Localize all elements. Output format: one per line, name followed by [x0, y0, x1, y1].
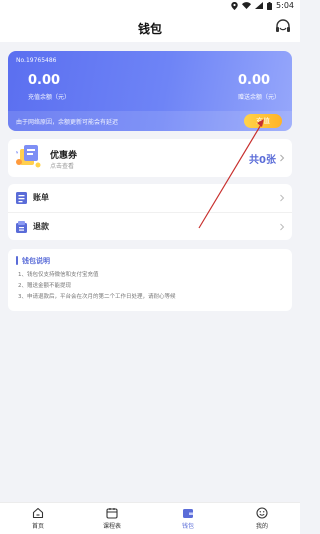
- tab-label: 课程表: [102, 523, 121, 530]
- tab-wallet[interactable]: 钱包: [168, 505, 208, 533]
- status-icons: 5:04: [231, 1, 294, 10]
- menu-list: 账单 退款: [8, 184, 292, 240]
- page-title: 钱包: [137, 22, 162, 36]
- tab-profile[interactable]: 我的: [242, 505, 282, 533]
- headset-icon[interactable]: [274, 18, 292, 36]
- menu-item-bill[interactable]: 账单: [8, 184, 292, 212]
- tab-schedule[interactable]: 课程表: [92, 505, 132, 533]
- coupon-subtitle: 点击查看: [50, 163, 75, 170]
- chevron-right-icon: [280, 223, 285, 231]
- wifi-icon: [242, 2, 252, 9]
- location-icon: [231, 1, 238, 10]
- card-number: No.19765486: [16, 57, 57, 64]
- tab-label: 钱包: [181, 523, 194, 530]
- wallet-card: No.19765486 0.00 充值余额（元） 0.00 赠送余额（元） 由于…: [8, 51, 292, 131]
- balance-delay-note: 由于网络原因，余额更新可能会有延迟: [16, 119, 119, 126]
- recharge-balance: 0.00 充值余额（元）: [28, 73, 70, 101]
- explanation-line: 3、申请退款后，平台会在次月的第二个工作日处理，请耐心等候: [18, 294, 176, 300]
- explanation-line: 1、钱包仅支持微信和支付宝充值: [18, 272, 99, 278]
- bill-icon: [16, 192, 27, 204]
- recharge-button[interactable]: 充值: [244, 114, 282, 128]
- bottom-tab-bar: 首页 课程表 钱包 我的: [0, 502, 300, 534]
- coupon-count: 共0张: [249, 155, 276, 166]
- header: 钱包: [0, 14, 300, 42]
- wallet-explanation: 钱包说明 1、钱包仅支持微信和支付宝充值 2、赠送金额不能提现 3、申请退款后，…: [8, 249, 292, 311]
- menu-item-label: 账单: [33, 193, 49, 202]
- wallet-icon: [183, 509, 193, 518]
- battery-icon: [267, 1, 273, 10]
- gift-balance-amount: 0.00: [238, 73, 271, 88]
- chevron-right-icon: [280, 154, 285, 162]
- explanation-title: 钱包说明: [22, 257, 50, 265]
- menu-item-label: 退款: [33, 222, 49, 231]
- status-bar: 5:04: [0, 0, 300, 14]
- chevron-right-icon: [280, 194, 285, 202]
- recharge-balance-label: 充值余额（元）: [28, 94, 71, 101]
- coupon-card[interactable]: 优惠券 点击查看 共0张: [8, 139, 292, 177]
- calendar-icon: [106, 508, 118, 519]
- profile-icon: [256, 507, 268, 519]
- card-note-bar: 由于网络原因，余额更新可能会有延迟 充值: [8, 111, 292, 131]
- menu-item-refund[interactable]: 退款: [8, 212, 292, 240]
- recharge-balance-amount: 0.00: [28, 73, 61, 88]
- refund-icon: [16, 221, 27, 233]
- explanation-accent-bar: [16, 256, 18, 265]
- coupon-title: 优惠券: [50, 151, 78, 161]
- tab-label: 首页: [31, 523, 44, 530]
- clock: 5:04: [276, 1, 294, 10]
- signal-icon: [255, 2, 264, 9]
- tab-label: 我的: [255, 523, 268, 530]
- explanation-line: 2、赠送金额不能提现: [18, 283, 71, 289]
- tab-home[interactable]: 首页: [18, 505, 58, 533]
- coupon-illustration-icon: [16, 145, 41, 168]
- gift-balance-label: 赠送余额（元）: [238, 94, 281, 101]
- gift-balance: 0.00 赠送余额（元）: [238, 73, 280, 101]
- home-icon: [32, 507, 44, 519]
